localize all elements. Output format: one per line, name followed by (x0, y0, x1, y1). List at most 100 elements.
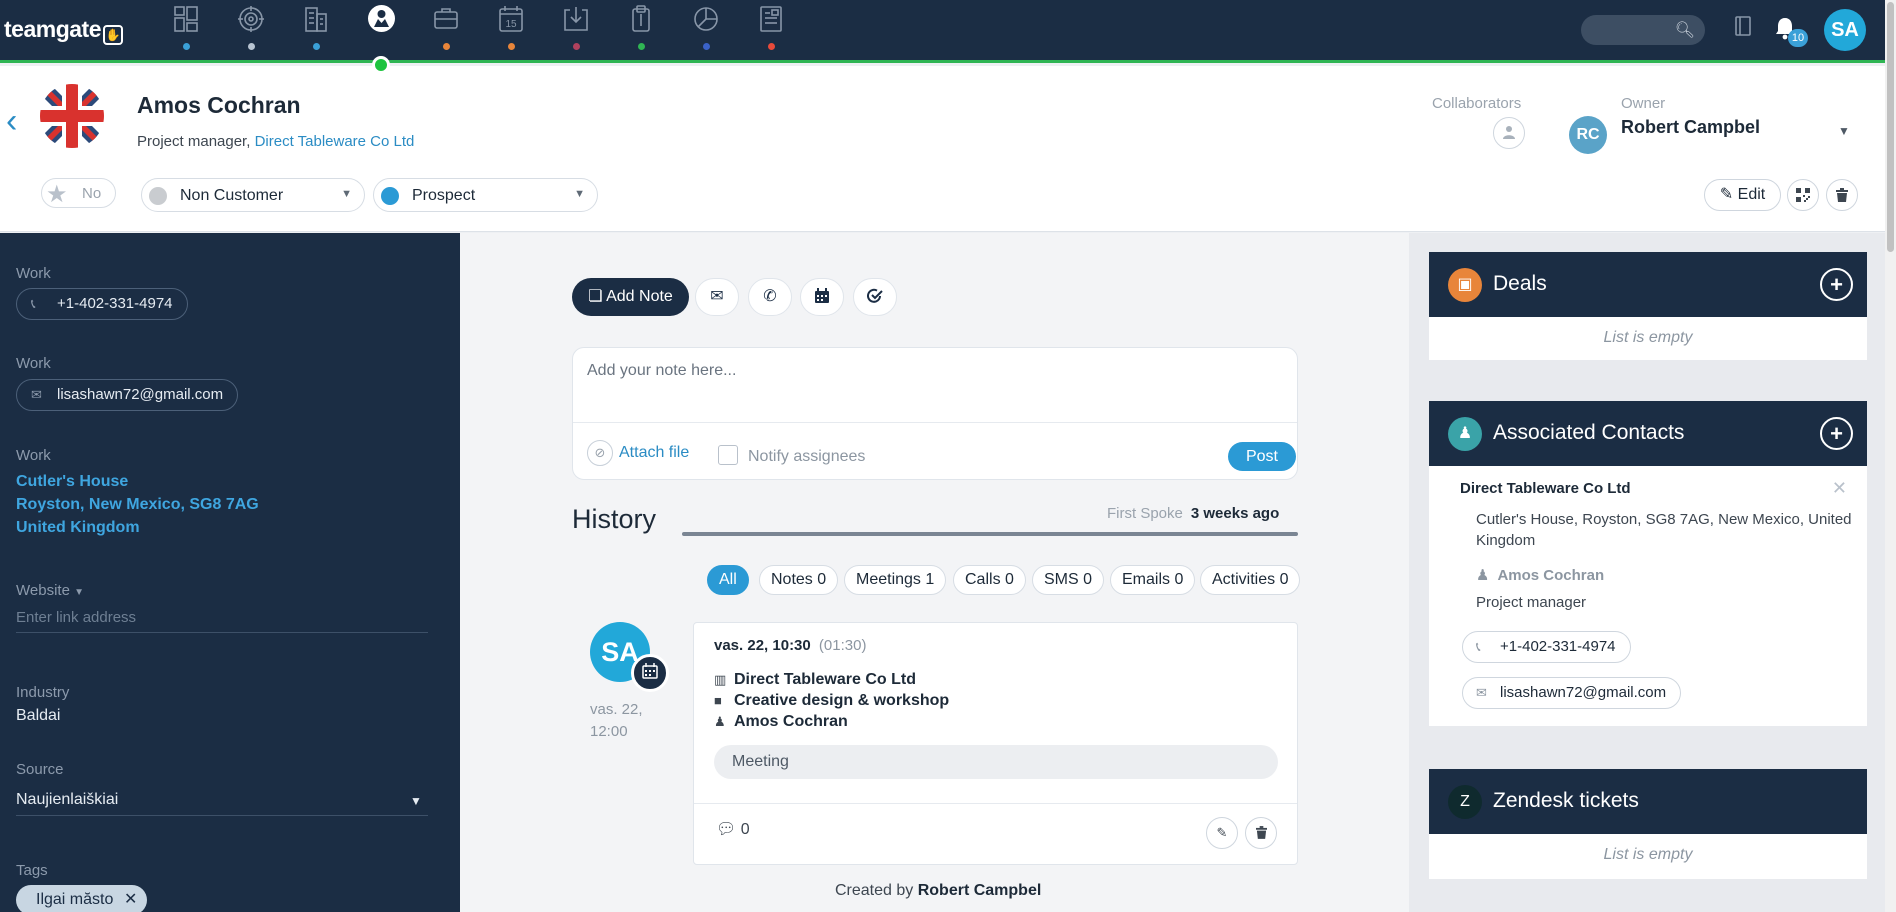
trash-icon (1836, 188, 1848, 202)
companies-dot (313, 43, 320, 50)
filter-emails[interactable]: Emails 0 (1110, 565, 1196, 595)
add-collaborator-icon[interactable] (1493, 117, 1525, 149)
envelope-icon: ✉ (710, 288, 724, 305)
status-select[interactable]: Non Customer ▼ (141, 178, 365, 212)
owner-label: Owner (1621, 95, 1666, 112)
status-value: Non Customer (180, 187, 284, 204)
remove-tag-icon[interactable]: ✕ (124, 885, 137, 912)
meeting-company[interactable]: ▥ Direct Tableware Co Ltd (714, 671, 916, 689)
scrollbar-thumb[interactable] (1887, 2, 1894, 252)
deals-panel-header: ▣ Deals + (1429, 252, 1867, 317)
envelope-icon: ✉ (1476, 685, 1487, 700)
associated-phone-pill[interactable]: 📞︎ +1-402-331-4974 (1462, 631, 1631, 663)
contacts-glyph (367, 5, 395, 32)
source-caret-icon[interactable]: ▼ (410, 794, 422, 808)
favorite-toggle[interactable]: ★ No (41, 178, 116, 208)
calendar-icon (815, 288, 829, 303)
envelope-icon: ✉ (31, 387, 42, 402)
contacts-icon[interactable] (366, 5, 396, 49)
add-note-button[interactable]: ❏ Add Note (572, 278, 689, 316)
delete-meeting-button[interactable] (1245, 817, 1277, 849)
owner-name[interactable]: Robert Campbel (1621, 117, 1760, 138)
deals-icon[interactable] (431, 5, 461, 50)
contact-name: Amos Cochran (137, 92, 301, 118)
post-button[interactable]: Post (1228, 442, 1296, 471)
meeting-type-chip: Meeting (714, 745, 1278, 779)
phone-check-icon: ✆ (763, 288, 777, 305)
contact-role: Project manager, (137, 133, 251, 150)
teamgate-logo[interactable]: teamgate ✋ (4, 16, 123, 45)
documents-icon[interactable] (626, 5, 656, 50)
tags-label: Tags (16, 862, 48, 879)
stage-select[interactable]: Prospect ▼ (373, 178, 598, 212)
email-tool-button[interactable]: ✉ (695, 278, 739, 316)
meeting-deal[interactable]: ■ Creative design & workshop (714, 692, 949, 710)
delete-contact-button[interactable] (1826, 179, 1858, 211)
industry-value[interactable]: Baldai (16, 707, 60, 725)
notify-assignees-checkbox[interactable]: Notify assignees (718, 445, 865, 466)
companies-icon[interactable] (301, 5, 331, 50)
filter-all[interactable]: All (707, 565, 749, 595)
qr-code-button[interactable] (1787, 179, 1819, 211)
call-tool-button[interactable]: ✆ (748, 278, 792, 316)
inbox-icon[interactable] (561, 5, 591, 50)
invoices-icon[interactable] (756, 5, 786, 50)
filter-meetings[interactable]: Meetings 1 (844, 565, 947, 595)
edit-meeting-button[interactable]: ✎ (1206, 817, 1238, 849)
remove-association-icon[interactable]: ✕ (1832, 478, 1847, 499)
first-spoke: First Spoke 3 weeks ago (1107, 505, 1279, 522)
note-icon: ❏ (588, 288, 603, 305)
attach-file-link[interactable]: ⊘ Attach file (587, 440, 689, 466)
reports-icon[interactable] (691, 5, 721, 50)
company-link[interactable]: Direct Tableware Co Ltd (255, 133, 415, 150)
meeting-time: vas. 22, 10:30 (01:30) (714, 637, 867, 654)
meeting-person[interactable]: ♟ Amos Cochran (714, 713, 848, 731)
page-scrollbar[interactable] (1885, 0, 1896, 912)
filter-sms[interactable]: SMS 0 (1032, 565, 1105, 595)
back-chevron-icon[interactable]: ‹ (6, 104, 17, 138)
filter-calls[interactable]: Calls 0 (953, 565, 1026, 595)
filter-notes[interactable]: Notes 0 (759, 565, 839, 595)
edit-button[interactable]: ✎ Edit (1704, 179, 1781, 211)
associated-person[interactable]: ♟ Amos Cochran (1476, 566, 1604, 584)
task-tool-button[interactable] (853, 278, 897, 316)
source-select[interactable]: Naujienlaiškiai (16, 791, 428, 816)
associated-company[interactable]: Direct Tableware Co Ltd (1460, 480, 1631, 497)
comments-link[interactable]: 💬︎ 0 (716, 819, 750, 839)
tag-chip[interactable]: Ilgai măsto ✕ (16, 885, 148, 912)
top-navbar: teamgate ✋ 15 🔍︎ 10 SA (0, 0, 1885, 63)
meeting-tool-button[interactable] (800, 278, 844, 316)
website-caret-icon: ▼ (74, 587, 84, 598)
book-icon[interactable] (1734, 15, 1752, 43)
status-caret-icon: ▼ (341, 188, 352, 200)
add-associated-contact-button[interactable]: + (1820, 417, 1853, 450)
search-icon: 🔍︎ (1674, 22, 1695, 39)
website-input[interactable]: Enter link address (16, 609, 428, 633)
global-search-input[interactable]: 🔍︎ (1581, 15, 1705, 45)
documents-dot (638, 43, 645, 50)
calendar-icon[interactable]: 15 (496, 5, 526, 50)
website-label[interactable]: Website ▼ (16, 582, 84, 599)
qr-code-icon (1796, 188, 1810, 202)
email-pill[interactable]: ✉ lisashawn72@gmail.com (16, 379, 239, 411)
owner-caret-icon[interactable]: ▼ (1838, 124, 1850, 138)
deals-title: Deals (1493, 272, 1547, 295)
trash-icon (1255, 826, 1267, 839)
favorite-toggle-label: No (82, 185, 102, 202)
target-icon[interactable] (236, 5, 266, 50)
associated-email-pill[interactable]: ✉ lisashawn72@gmail.com (1462, 677, 1682, 709)
note-textarea[interactable]: Add your note here... (587, 362, 736, 380)
dashboard-icon[interactable] (171, 5, 201, 50)
phone-label: Work (16, 265, 51, 282)
add-deal-button[interactable]: + (1820, 268, 1853, 301)
user-avatar[interactable]: SA (1824, 9, 1866, 51)
address-link[interactable]: Cutler's House Royston, New Mexico, SG8 … (16, 470, 259, 539)
related-panels: ▣ Deals + List is empty ♟ Associated Con… (1409, 233, 1885, 912)
contact-header: ‹ Amos Cochran Project manager, Direct T… (0, 66, 1885, 232)
email-label: Work (16, 355, 51, 372)
zendesk-title: Zendesk tickets (1493, 789, 1639, 812)
active-nav-marker (372, 56, 390, 74)
phone-pill[interactable]: 📞︎ +1-402-331-4974 (16, 288, 188, 320)
filter-activities[interactable]: Activities 0 (1200, 565, 1301, 595)
first-spoke-label: First Spoke (1107, 505, 1183, 522)
